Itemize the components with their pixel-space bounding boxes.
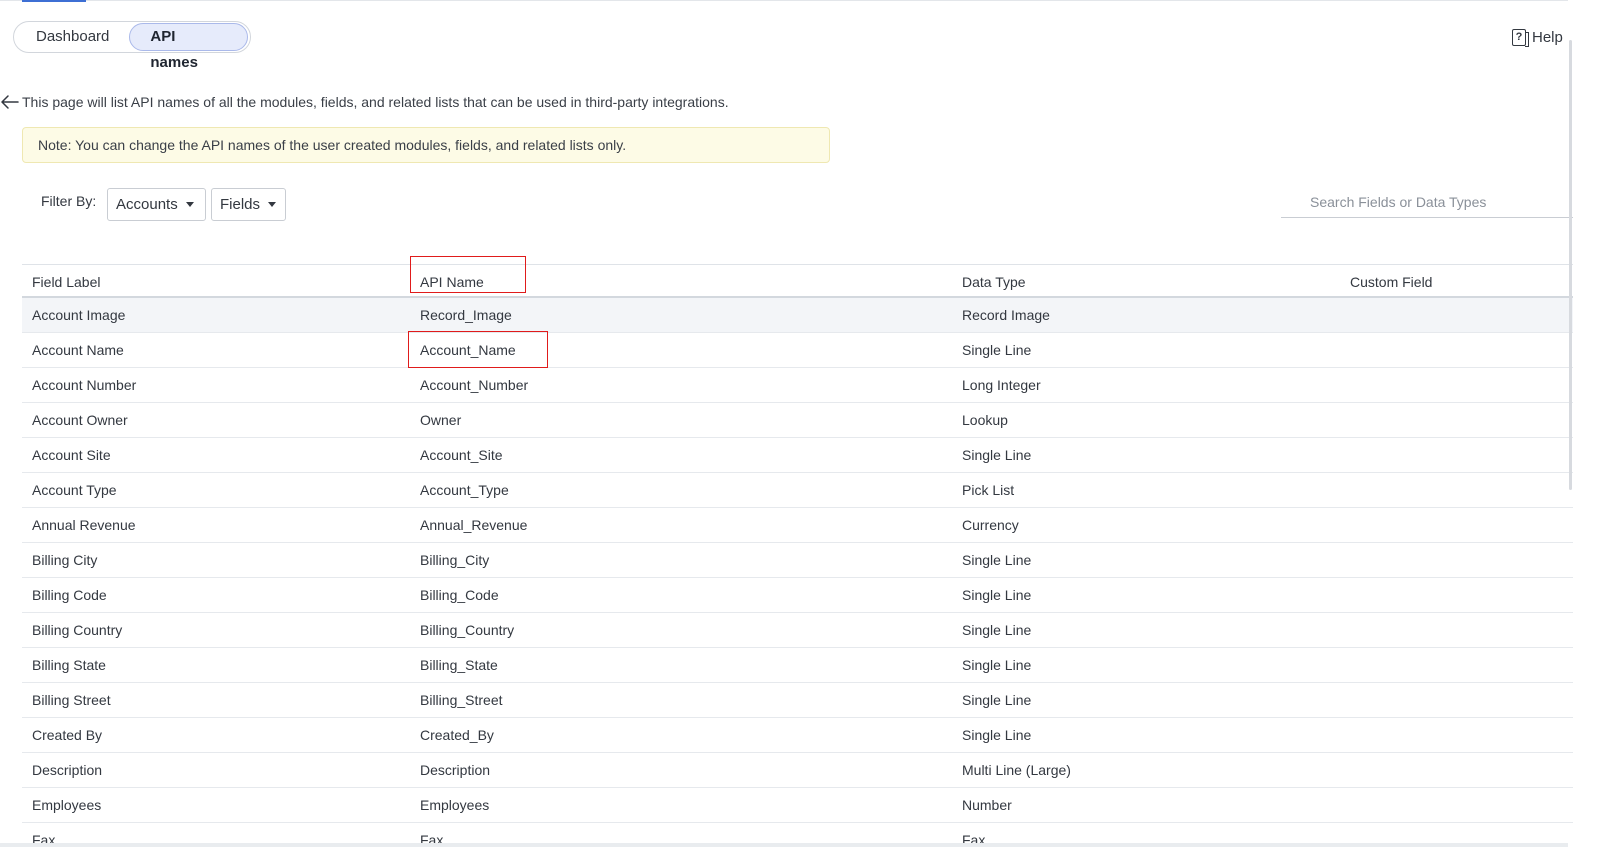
help-label: Help bbox=[1532, 29, 1563, 46]
cell-api-name: Billing_Country bbox=[420, 622, 515, 638]
header-api-name[interactable]: API Name bbox=[420, 265, 484, 299]
cell-data-type: Record Image bbox=[962, 307, 1050, 323]
table-row[interactable]: Account Owner Owner Lookup bbox=[22, 403, 1573, 438]
cell-field-label: Account Site bbox=[32, 447, 111, 463]
tab-switcher: Dashboard API names bbox=[13, 21, 251, 71]
cell-api-name: Account_Name bbox=[420, 342, 516, 358]
table-row[interactable]: Billing Street Billing_Street Single Line bbox=[22, 683, 1573, 718]
cell-api-name: Employees bbox=[420, 797, 490, 813]
table-body: Account Image Record_Image Record Image Acc… bbox=[22, 298, 1573, 847]
table-row[interactable]: Billing Code Billing_Code Single Line bbox=[22, 578, 1573, 613]
cell-data-type: Long Integer bbox=[962, 377, 1041, 393]
cell-field-label: Account Owner bbox=[32, 412, 128, 428]
table-row[interactable]: Annual Revenue Annual_Revenue Currency bbox=[22, 508, 1573, 543]
cell-api-name: Description bbox=[420, 762, 491, 778]
scrollbar-thumb[interactable] bbox=[1569, 40, 1572, 490]
cell-field-label: Account Number bbox=[32, 377, 137, 393]
cell-api-name: Account_Site bbox=[420, 447, 503, 463]
cell-data-type: Pick List bbox=[962, 482, 1015, 498]
top-accent-bar bbox=[22, 0, 86, 2]
cell-field-label: Annual Revenue bbox=[32, 517, 136, 533]
top-border bbox=[0, 0, 1568, 1]
module-select[interactable]: Accounts bbox=[107, 188, 206, 221]
cell-api-name: Billing_Street bbox=[420, 692, 503, 708]
header-field-label[interactable]: Field Label bbox=[32, 265, 101, 299]
cell-api-name: Billing_State bbox=[420, 657, 498, 673]
cell-data-type: Single Line bbox=[962, 727, 1032, 743]
header-custom-field[interactable]: Custom Field bbox=[1350, 265, 1432, 299]
table-row[interactable]: Billing Country Billing_Country Single Lin… bbox=[22, 613, 1573, 648]
cell-api-name: Billing_Code bbox=[420, 587, 499, 603]
cell-api-name: Record_Image bbox=[420, 307, 512, 323]
table-header: Field Label API Name Data Type Custom Fi… bbox=[22, 264, 1573, 298]
cell-data-type: Multi Line (Large) bbox=[962, 762, 1071, 778]
cell-field-label: Account Name bbox=[32, 342, 124, 358]
cell-api-name: Account_Type bbox=[420, 482, 509, 498]
cell-field-label: Billing Code bbox=[32, 587, 107, 603]
table-row[interactable]: Employees Employees Number bbox=[22, 788, 1573, 823]
back-arrow-icon[interactable] bbox=[0, 94, 20, 110]
cell-field-label: Account Image bbox=[32, 307, 126, 323]
table-row[interactable]: Billing State Billing_State Single Line bbox=[22, 648, 1573, 683]
help-link[interactable]: ? Help bbox=[1512, 29, 1563, 47]
tab-dashboard[interactable]: Dashboard bbox=[16, 23, 129, 51]
cell-field-label: Billing Country bbox=[32, 622, 123, 638]
table-row[interactable]: Account Number Account_Number Long Integer bbox=[22, 368, 1573, 403]
cell-field-label: Created By bbox=[32, 727, 103, 743]
tab-api-names[interactable]: API names bbox=[129, 23, 248, 71]
table-row[interactable]: Created By Created_By Single Line bbox=[22, 718, 1573, 753]
search-input[interactable] bbox=[1281, 186, 1573, 218]
cell-data-type: Single Line bbox=[962, 447, 1032, 463]
cell-api-name: Annual_Revenue bbox=[420, 517, 528, 533]
filter-label: Filter By: bbox=[41, 193, 97, 209]
help-book-icon: ? bbox=[1512, 29, 1529, 47]
caret-down-icon bbox=[268, 201, 277, 207]
table-row[interactable]: Account Name Account_Name Single Line bbox=[22, 333, 1573, 368]
header-data-type[interactable]: Data Type bbox=[962, 265, 1026, 299]
table-row[interactable]: Account Site Account_Site Single Line bbox=[22, 438, 1573, 473]
cell-api-name: Owner bbox=[420, 412, 462, 428]
type-select-value: Fields bbox=[220, 196, 261, 213]
module-select-value: Accounts bbox=[116, 196, 178, 213]
api-names-table: Field Label API Name Data Type Custom Fi… bbox=[22, 264, 1573, 847]
cell-data-type: Single Line bbox=[962, 342, 1032, 358]
caret-down-icon bbox=[185, 201, 194, 207]
cell-field-label: Account Type bbox=[32, 482, 117, 498]
cell-data-type: Single Line bbox=[962, 692, 1032, 708]
cell-data-type: Single Line bbox=[962, 657, 1032, 673]
note-banner: Note: You can change the API names of th… bbox=[22, 127, 830, 163]
cell-field-label: Billing Street bbox=[32, 692, 111, 708]
cell-data-type: Single Line bbox=[962, 552, 1032, 568]
cell-field-label: Employees bbox=[32, 797, 102, 813]
cell-api-name: Billing_City bbox=[420, 552, 490, 568]
bottom-edge bbox=[0, 843, 1568, 847]
table-row[interactable]: Account Image Record_Image Record Image bbox=[22, 298, 1573, 333]
table-row[interactable]: Account Type Account_Type Pick List bbox=[22, 473, 1573, 508]
cell-api-name: Account_Number bbox=[420, 377, 529, 393]
cell-field-label: Billing State bbox=[32, 657, 106, 673]
table-row[interactable]: Description Description Multi Line (Large) bbox=[22, 753, 1573, 788]
cell-data-type: Single Line bbox=[962, 622, 1032, 638]
cell-data-type: Currency bbox=[962, 517, 1019, 533]
cell-api-name: Created_By bbox=[420, 727, 494, 743]
type-select[interactable]: Fields bbox=[211, 188, 286, 221]
cell-field-label: Billing City bbox=[32, 552, 98, 568]
table-row[interactable]: Billing City Billing_City Single Line bbox=[22, 543, 1573, 578]
intro-text: This page will list API names of all the… bbox=[22, 94, 729, 110]
cell-field-label: Description bbox=[32, 762, 103, 778]
cell-data-type: Number bbox=[962, 797, 1012, 813]
cell-data-type: Single Line bbox=[962, 587, 1032, 603]
cell-data-type: Lookup bbox=[962, 412, 1008, 428]
